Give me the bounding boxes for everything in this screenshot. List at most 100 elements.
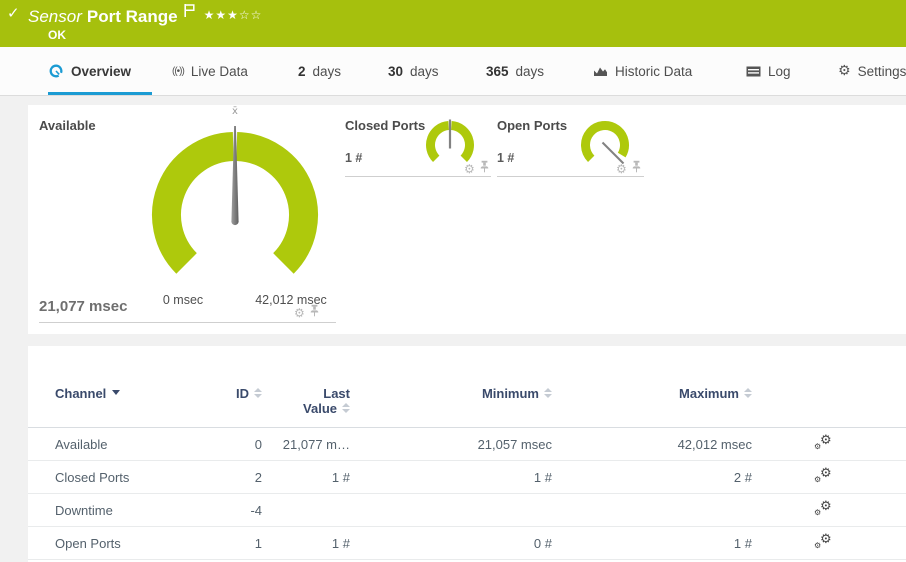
divider <box>39 322 336 323</box>
channel-row-closed-ports: Closed Ports 2 1 # 1 # 2 # ⚙ ⚙ <box>28 461 906 494</box>
channel-name: Closed Ports <box>55 469 130 485</box>
gauge-available: Available x̄ 0 msec 42,012 msec 21,077 m… <box>28 105 368 334</box>
channel-minimum: 21,057 msec <box>477 436 552 452</box>
tab-2-days[interactable]: 2 days <box>298 47 341 95</box>
sort-icon <box>744 388 752 398</box>
gauge-min-label: 0 msec <box>162 293 204 307</box>
gauge-settings-gear-icon[interactable]: ⚙ <box>464 163 475 175</box>
tab-30-days[interactable]: 30 days <box>388 47 439 95</box>
channel-settings-gears-icon[interactable]: ⚙ ⚙ <box>814 466 834 485</box>
channel-name: Available <box>55 436 108 452</box>
channel-id: 2 <box>254 469 262 485</box>
gauge-icon <box>48 64 64 78</box>
column-label: Minimum <box>481 386 539 401</box>
channel-id: -4 <box>250 502 262 518</box>
channel-maximum: 42,012 msec <box>677 436 752 452</box>
object-kind-label: Sensor <box>28 7 82 26</box>
tab-overview[interactable]: Overview <box>48 47 152 95</box>
settings-gear-icon: ⚙ <box>838 63 851 79</box>
column-header-minimum[interactable]: Minimum <box>350 386 552 427</box>
gauge-title: Available <box>39 118 96 133</box>
tab-label: Live Data <box>190 63 248 79</box>
channel-settings-gears-icon[interactable]: ⚙ ⚙ <box>814 532 834 551</box>
column-label: Last <box>323 386 350 401</box>
channel-settings-gears-icon[interactable]: ⚙ ⚙ <box>814 499 834 518</box>
tab-settings[interactable]: ⚙ Settings <box>838 47 906 95</box>
channel-row-downtime: Downtime -4 ⚙ ⚙ <box>28 494 906 527</box>
gear-icon: ⚙ <box>820 532 832 547</box>
channel-name: Open Ports <box>55 535 121 551</box>
gear-icon: ⚙ <box>820 466 832 481</box>
active-tab-underline <box>48 92 152 95</box>
gear-icon: ⚙ <box>814 508 822 517</box>
historic-chart-icon <box>593 65 608 77</box>
gear-icon: ⚙ <box>814 541 822 550</box>
column-label: ID <box>236 386 249 401</box>
tab-log[interactable]: Log <box>746 47 791 95</box>
channel-row-open-ports: Open Ports 1 1 # 0 # 1 # ⚙ ⚙ <box>28 527 906 560</box>
gauge-pin-icon[interactable] <box>309 304 320 322</box>
tab-label: days <box>312 63 342 79</box>
column-header-maximum[interactable]: Maximum <box>552 386 752 427</box>
gear-icon: ⚙ <box>820 499 832 514</box>
sort-caret-down-icon <box>112 390 121 395</box>
channel-name: Downtime <box>55 502 113 518</box>
gear-icon: ⚙ <box>814 475 822 484</box>
column-label: Value <box>303 401 337 416</box>
gauge-current-value: 1 # <box>345 151 363 165</box>
tab-bar: Overview ((•)) Live Data 2 days 30 days … <box>0 47 906 96</box>
column-label: Channel <box>55 386 107 401</box>
tab-label: Settings <box>857 63 906 79</box>
divider <box>345 176 491 177</box>
channel-last-value: 1 # <box>331 535 350 551</box>
gauge-open-ports: Open Ports 1 # ⚙ <box>497 105 645 334</box>
channel-settings-gears-icon[interactable]: ⚙ ⚙ <box>814 433 834 452</box>
sensor-name: Port Range <box>86 7 178 26</box>
log-list-icon <box>746 66 761 77</box>
tab-label: Log <box>768 63 791 79</box>
channel-last-value: 1 # <box>331 469 350 485</box>
sensor-titlebar: ✓ Sensor Port Range ★★★☆☆ OK <box>0 0 906 47</box>
gauge-current-value: 1 # <box>497 151 515 165</box>
channel-last-value: 21,077 m… <box>282 436 350 452</box>
live-data-icon: ((•)) <box>172 65 185 77</box>
gauge-settings-gear-icon[interactable]: ⚙ <box>294 307 305 319</box>
priority-stars[interactable]: ★★★☆☆ <box>204 8 263 22</box>
flag-icon[interactable] <box>183 3 196 23</box>
channel-id: 0 <box>254 436 262 452</box>
gauge-controls: ⚙ <box>294 304 320 322</box>
tab-historic-data[interactable]: Historic Data <box>593 47 692 95</box>
tab-label: days <box>515 63 545 79</box>
gauge-settings-gear-icon[interactable]: ⚙ <box>616 163 627 175</box>
tab-label: Historic Data <box>615 63 693 79</box>
status-ok-check-icon: ✓ <box>7 4 20 22</box>
channel-minimum: 0 # <box>533 535 552 551</box>
channel-id: 1 <box>254 535 262 551</box>
tab-number: 365 <box>486 63 509 79</box>
available-gauge-dial <box>152 126 318 274</box>
prtg-sensor-page: ✓ Sensor Port Range ★★★☆☆ OK Overview ((•)… <box>0 0 906 562</box>
channel-table-panel: Channel ID Last Value Minimum Maximum Av… <box>28 346 906 562</box>
gear-icon: ⚙ <box>814 442 822 451</box>
gauges-panel: Available x̄ 0 msec 42,012 msec 21,077 m… <box>28 105 906 334</box>
sort-icon <box>342 403 350 416</box>
sensor-status-badge: OK <box>48 28 66 42</box>
gauge-title: Closed Ports <box>345 118 426 133</box>
channel-table-header: Channel ID Last Value Minimum Maximum <box>28 346 906 428</box>
channel-row-available: Available 0 21,077 m… 21,057 msec 42,012… <box>28 428 906 461</box>
tab-label: Overview <box>71 63 132 79</box>
sort-icon <box>544 388 552 398</box>
tab-number: 30 <box>388 63 404 79</box>
column-label: Maximum <box>679 386 739 401</box>
column-header-id[interactable]: ID <box>195 386 262 427</box>
tab-365-days[interactable]: 365 days <box>486 47 544 95</box>
gauge-current-value: 21,077 msec <box>39 298 128 315</box>
gear-icon: ⚙ <box>820 433 832 448</box>
divider <box>497 176 644 177</box>
column-header-last-value[interactable]: Last Value <box>262 386 350 427</box>
tab-label: days <box>410 63 439 79</box>
column-header-channel[interactable]: Channel <box>55 386 195 427</box>
column-header-actions <box>752 386 906 427</box>
channel-maximum: 2 # <box>733 469 752 485</box>
tab-live-data[interactable]: ((•)) Live Data <box>172 47 248 95</box>
